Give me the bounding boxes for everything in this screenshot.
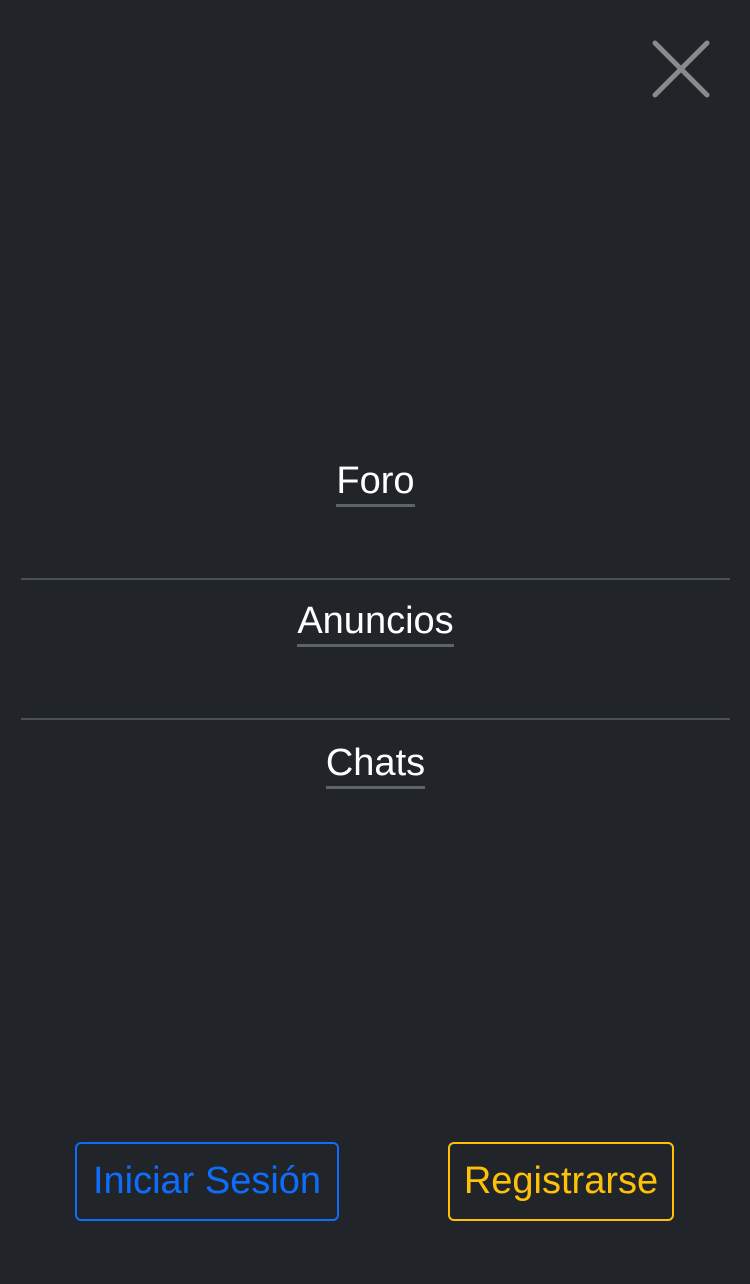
- nav-link-anuncios[interactable]: Anuncios: [297, 602, 454, 647]
- nav-item-chats: Chats: [21, 720, 730, 860]
- nav-item-foro: Foro: [21, 440, 730, 580]
- nav-link-chats[interactable]: Chats: [325, 744, 426, 789]
- nav-link-foro[interactable]: Foro: [336, 462, 415, 507]
- close-icon: [652, 40, 710, 98]
- close-button[interactable]: [650, 38, 712, 100]
- main-nav: Foro Anuncios Chats: [21, 440, 730, 860]
- register-button[interactable]: Registrarse: [448, 1142, 674, 1221]
- nav-item-anuncios: Anuncios: [21, 580, 730, 720]
- login-button[interactable]: Iniciar Sesión: [75, 1142, 339, 1221]
